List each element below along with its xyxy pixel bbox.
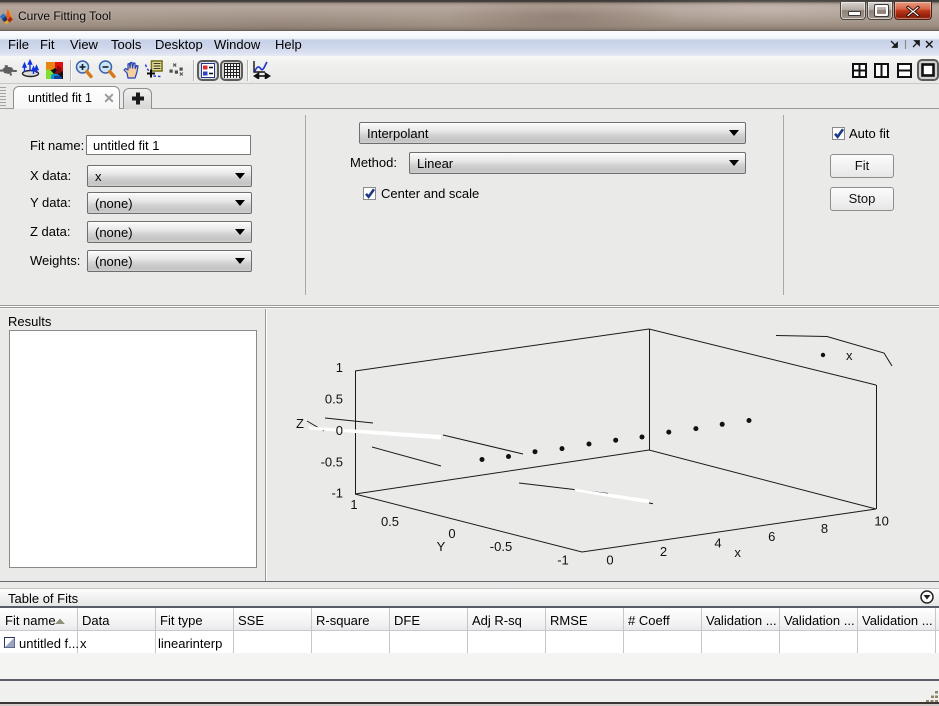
svg-text:2: 2 [660, 544, 667, 559]
svg-text:x: x [846, 348, 853, 363]
svg-text:1: 1 [336, 360, 343, 375]
svg-text:Y: Y [437, 539, 446, 554]
svg-text:10: 10 [874, 513, 888, 528]
svg-text:Z: Z [296, 416, 304, 431]
svg-text:-0.5: -0.5 [321, 455, 343, 470]
svg-text:0: 0 [606, 553, 613, 568]
svg-text:1: 1 [350, 497, 357, 512]
svg-text:6: 6 [768, 529, 775, 544]
svg-text:-0.5: -0.5 [490, 539, 512, 554]
svg-text:0: 0 [336, 423, 343, 438]
svg-text:8: 8 [821, 521, 828, 536]
svg-text:x: x [734, 545, 741, 560]
svg-text:-1: -1 [557, 553, 569, 568]
svg-text:-1: -1 [331, 486, 343, 501]
svg-text:0.5: 0.5 [325, 392, 343, 407]
svg-text:4: 4 [714, 536, 721, 551]
svg-text:0: 0 [448, 526, 455, 541]
svg-text:0.5: 0.5 [381, 514, 399, 529]
